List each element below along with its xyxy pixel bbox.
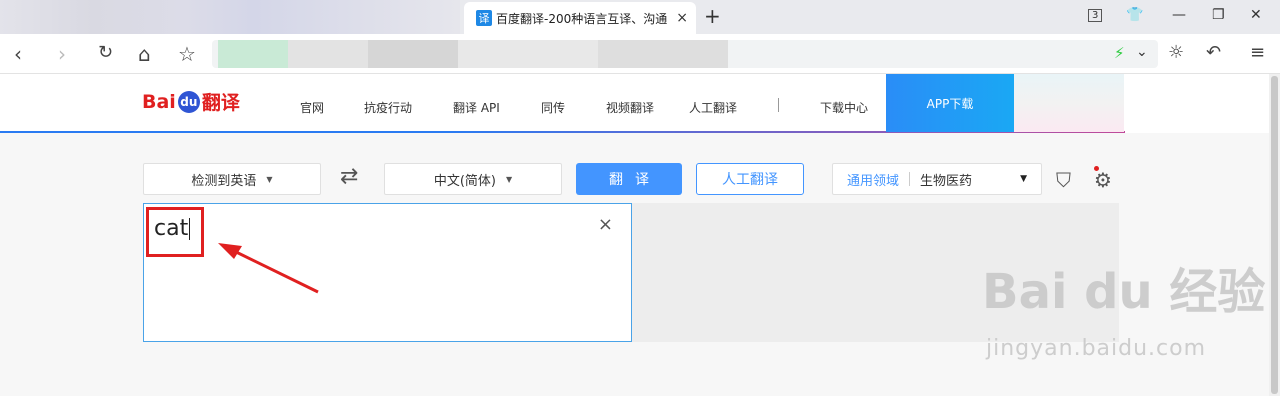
baidu-jingyan-watermark: Bai du 经验 [982, 264, 1266, 320]
watermark-url: jingyan.baidu.com [986, 336, 1207, 361]
scrollbar-thumb[interactable] [1271, 76, 1278, 394]
